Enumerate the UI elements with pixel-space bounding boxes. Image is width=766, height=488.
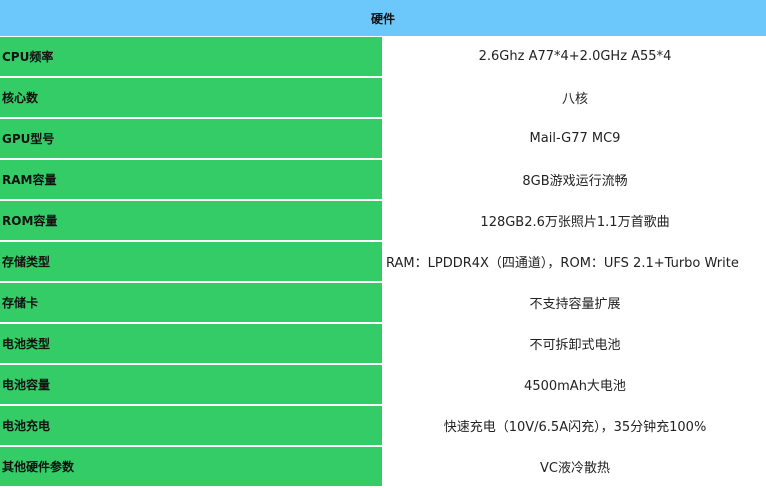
table-row: 存储卡 不支持容量扩展 [0,283,766,322]
row-label: 存储类型 [0,242,382,281]
row-value: 8GB游戏运行流畅 [384,160,766,199]
row-label: GPU型号 [0,119,382,158]
table-row: 存储类型 RAM：LPDDR4X（四通道），ROM：UFS 2.1+Turbo … [0,242,766,281]
row-value: 八核 [384,78,766,117]
row-label: ROM容量 [0,201,382,240]
table-row: RAM容量 8GB游戏运行流畅 [0,160,766,199]
table-row: 电池充电 快速充电（10V/6.5A闪充），35分钟充100% [0,406,766,445]
row-value: RAM：LPDDR4X（四通道），ROM：UFS 2.1+Turbo Write [384,242,766,281]
row-label: 其他硬件参数 [0,447,382,486]
row-value: 快速充电（10V/6.5A闪充），35分钟充100% [384,406,766,445]
row-label: RAM容量 [0,160,382,199]
table-row: CPU频率 2.6Ghz A77*4+2.0GHz A55*4 [0,37,766,76]
row-label: 电池充电 [0,406,382,445]
row-value: 不支持容量扩展 [384,283,766,322]
row-value: Mail-G77 MC9 [384,119,766,158]
row-value: 不可拆卸式电池 [384,324,766,363]
table-row: 电池容量 4500mAh大电池 [0,365,766,404]
table-row: 电池类型 不可拆卸式电池 [0,324,766,363]
table-row: 其他硬件参数 VC液冷散热 [0,447,766,486]
hardware-spec-table: 硬件 CPU频率 2.6Ghz A77*4+2.0GHz A55*4 核心数 八… [0,0,766,488]
table-row: ROM容量 128GB2.6万张照片1.1万首歌曲 [0,201,766,240]
table-row: 核心数 八核 [0,78,766,117]
table-row: GPU型号 Mail-G77 MC9 [0,119,766,158]
row-label: 存储卡 [0,283,382,322]
row-value: 4500mAh大电池 [384,365,766,404]
row-label: 电池类型 [0,324,382,363]
row-value: 2.6Ghz A77*4+2.0GHz A55*4 [384,37,766,76]
row-label: 电池容量 [0,365,382,404]
row-value: 128GB2.6万张照片1.1万首歌曲 [384,201,766,240]
row-value: VC液冷散热 [384,447,766,486]
row-label: CPU频率 [0,37,382,76]
table-header: 硬件 [0,0,766,36]
row-label: 核心数 [0,78,382,117]
